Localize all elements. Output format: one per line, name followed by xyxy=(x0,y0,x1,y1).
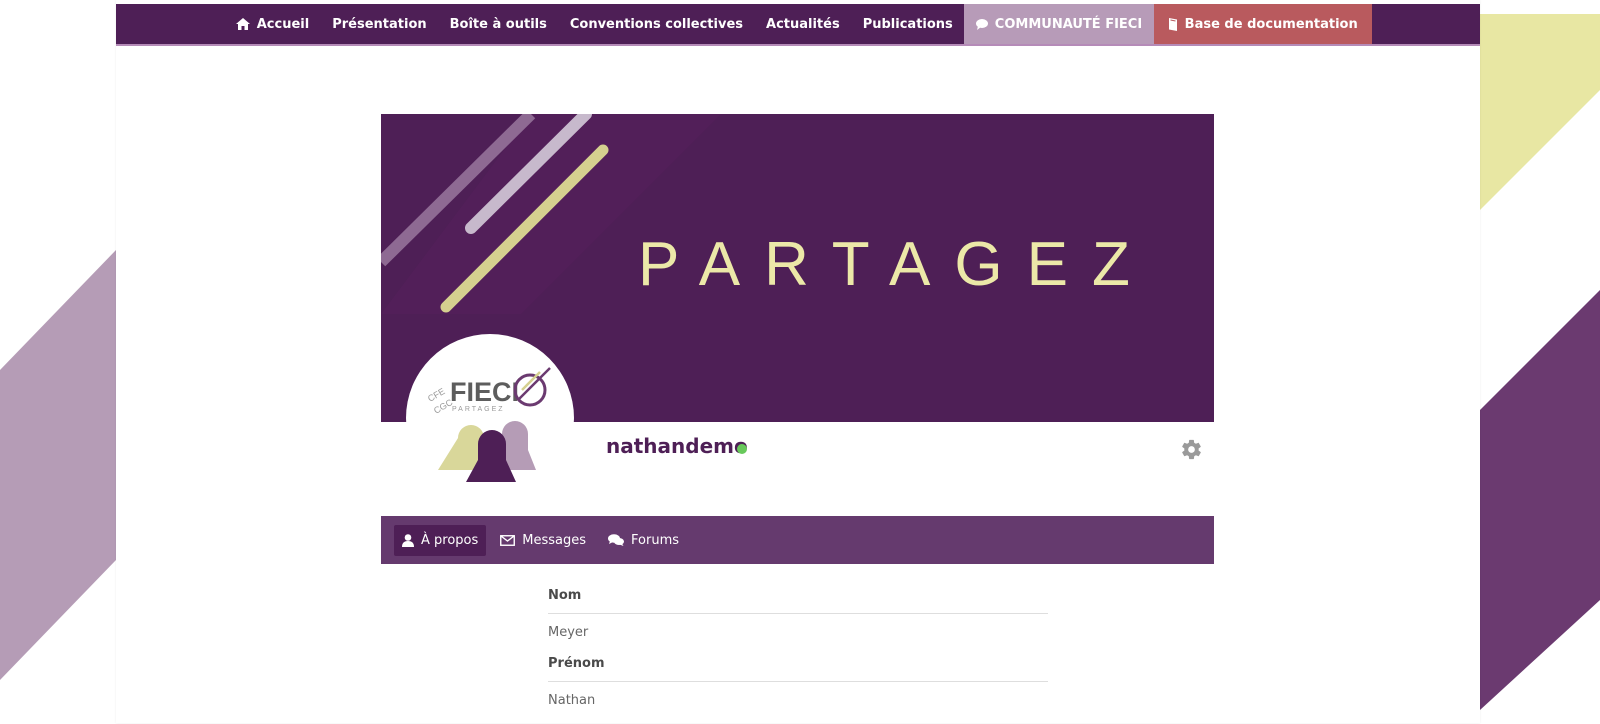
tab-label: À propos xyxy=(421,532,479,548)
nav-item-base-de-documentation[interactable]: Base de documentation xyxy=(1153,4,1372,44)
nav-label: Publications xyxy=(862,16,953,32)
online-status-indicator xyxy=(737,444,747,454)
profile-header: nathandemo xyxy=(381,422,1214,514)
nav-label: Accueil xyxy=(256,16,310,32)
tab-label: Messages xyxy=(522,532,587,548)
nav-item-accueil[interactable]: Accueil xyxy=(224,4,320,44)
nav-label: Présentation xyxy=(332,16,427,32)
field-value-prenom: Nathan xyxy=(548,693,596,708)
nav-item-communaute-fieci[interactable]: COMMUNAUTÉ FIECI xyxy=(964,4,1154,44)
nav-label: COMMUNAUTÉ FIECI xyxy=(994,16,1143,32)
profile-username: nathandemo xyxy=(606,434,748,458)
nav-item-presentation[interactable]: Présentation xyxy=(321,4,438,44)
nav-item-conventions-collectives[interactable]: Conventions collectives xyxy=(558,4,754,44)
nav-label: Base de documentation xyxy=(1184,16,1358,32)
forum-icon xyxy=(608,534,625,546)
tab-label: Forums xyxy=(631,532,680,548)
nav-item-publications[interactable]: Publications xyxy=(851,4,964,44)
chat-icon xyxy=(975,18,988,30)
user-icon xyxy=(402,533,414,547)
envelope-icon xyxy=(500,534,516,546)
nav-item-boite-a-outils[interactable]: Boîte à outils xyxy=(438,4,558,44)
tab-a-propos[interactable]: À propos xyxy=(394,524,487,556)
profile-tabs: À propos Messages Forums xyxy=(381,516,1214,564)
nav-label: Conventions collectives xyxy=(569,16,744,32)
home-icon xyxy=(235,18,250,30)
nav-label: Boîte à outils xyxy=(449,16,547,32)
gear-icon[interactable] xyxy=(1180,438,1203,461)
field-label-prenom: Prénom xyxy=(548,656,1048,682)
svg-text:FIECI: FIECI xyxy=(450,377,519,407)
banner-title: PARTAGEZ xyxy=(638,230,1154,299)
book-icon xyxy=(1168,17,1177,31)
tab-forums[interactable]: Forums xyxy=(600,525,687,556)
main-navigation: Accueil Présentation Boîte à outils Conv… xyxy=(116,4,1480,46)
tab-messages[interactable]: Messages xyxy=(492,525,594,556)
svg-text:PARTAGEZ: PARTAGEZ xyxy=(452,406,505,413)
page-container: Accueil Présentation Boîte à outils Conv… xyxy=(116,0,1480,723)
field-value-nom: Meyer xyxy=(548,625,589,640)
profile-details: Nom Meyer Prénom Nathan xyxy=(548,588,1048,724)
nav-item-actualites[interactable]: Actualités xyxy=(755,4,852,44)
nav-label: Actualités xyxy=(766,16,840,32)
field-label-nom: Nom xyxy=(548,588,1048,614)
